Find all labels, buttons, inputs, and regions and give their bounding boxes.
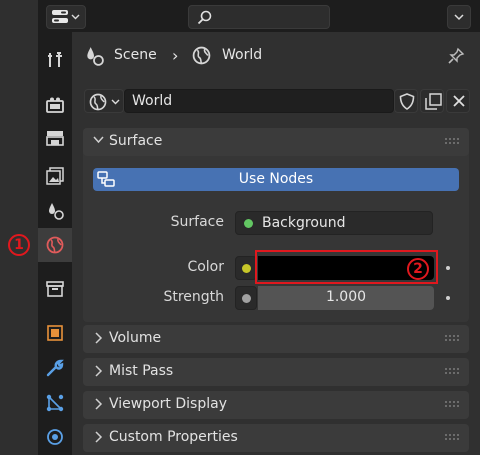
color-socket-button[interactable] <box>235 256 257 280</box>
world-name-text: World <box>132 93 173 109</box>
search-field[interactable] <box>188 5 330 29</box>
chevron-down-icon <box>111 99 120 105</box>
output-printer-icon <box>46 130 64 146</box>
chevron-right-icon <box>95 365 103 377</box>
drag-grip-icon[interactable] <box>445 368 459 374</box>
pin-icon[interactable] <box>447 47 465 65</box>
render-camera-icon <box>46 97 64 113</box>
view-layer-icon <box>46 167 64 185</box>
wrench-icon <box>46 359 64 377</box>
left-gutter: 1 <box>0 0 38 455</box>
chevron-down-icon <box>454 13 464 21</box>
mist-pass-panel-title: Mist Pass <box>109 363 174 379</box>
strength-label: Strength <box>163 289 224 305</box>
object-cube-icon <box>46 324 64 342</box>
world-globe-icon <box>192 46 211 65</box>
editor-type-button[interactable] <box>46 5 86 29</box>
custom-properties-panel-header[interactable]: Custom Properties <box>83 424 469 452</box>
physics-orbit-icon <box>46 428 64 446</box>
world-name-field[interactable]: World <box>124 89 394 113</box>
scene-tab[interactable] <box>38 194 72 228</box>
surface-panel-title: Surface <box>109 133 163 149</box>
properties-editor-icon <box>52 10 68 24</box>
viewport-display-panel-title: Viewport Display <box>109 396 227 412</box>
tool-tab[interactable] <box>38 43 72 77</box>
annotation-marker-1-label: 1 <box>14 237 24 253</box>
animate-property-dot[interactable] <box>446 296 450 300</box>
duplicate-icon <box>425 93 442 110</box>
surface-shader-value: Background <box>262 215 346 231</box>
breadcrumb-world[interactable]: World <box>222 47 262 63</box>
viewport-display-panel-header[interactable]: Viewport Display <box>83 391 469 419</box>
breadcrumb-separator: › <box>172 46 179 65</box>
collection-tab[interactable] <box>38 272 72 306</box>
color-label: Color <box>187 259 224 275</box>
properties-tab-bar <box>38 32 72 455</box>
surface-shader-field[interactable]: Background <box>235 211 433 235</box>
strength-field[interactable]: 1.000 <box>258 286 434 310</box>
breadcrumb-scene[interactable]: Scene <box>114 47 157 63</box>
value-socket-icon <box>242 294 251 303</box>
fake-user-shield-icon <box>399 93 415 110</box>
output-tab[interactable] <box>38 121 72 155</box>
chevron-right-icon <box>95 398 103 410</box>
world-tab[interactable] <box>38 228 72 262</box>
surface-label: Surface <box>170 214 224 230</box>
search-icon <box>197 10 212 25</box>
particles-tab[interactable] <box>38 386 72 420</box>
drag-grip-icon[interactable] <box>445 401 459 407</box>
object-tab[interactable] <box>38 316 72 350</box>
editor-header <box>38 0 480 32</box>
modifiers-tab[interactable] <box>38 351 72 385</box>
shader-socket-icon <box>244 219 253 228</box>
surface-panel-header[interactable]: Surface <box>83 128 469 156</box>
mist-pass-panel-header[interactable]: Mist Pass <box>83 358 469 386</box>
use-nodes-button[interactable]: Use Nodes <box>93 168 459 191</box>
drag-grip-icon[interactable] <box>445 434 459 440</box>
use-nodes-label: Use Nodes <box>238 171 314 187</box>
color-socket-icon <box>242 264 251 273</box>
world-globe-icon <box>46 236 64 254</box>
chevron-down-icon <box>93 136 104 144</box>
strength-value: 1.000 <box>325 289 367 305</box>
animate-property-dot[interactable] <box>446 266 450 270</box>
drag-grip-icon[interactable] <box>445 138 459 144</box>
chevron-right-icon <box>95 332 103 344</box>
drag-grip-icon[interactable] <box>445 335 459 341</box>
volume-panel-title: Volume <box>109 330 162 346</box>
duplicate-button[interactable] <box>420 89 444 113</box>
scene-icon <box>46 202 64 220</box>
world-globe-icon <box>89 93 107 111</box>
chevron-right-icon <box>95 431 103 443</box>
render-tab[interactable] <box>38 88 72 122</box>
annotation-marker-1: 1 <box>8 234 30 256</box>
annotation-marker-2-label: 2 <box>413 261 423 277</box>
view-layer-tab[interactable] <box>38 159 72 193</box>
chevron-down-icon <box>71 14 80 20</box>
close-icon <box>453 95 465 107</box>
volume-panel-header[interactable]: Volume <box>83 325 469 353</box>
annotation-marker-2: 2 <box>407 258 429 280</box>
scene-icon <box>84 46 104 66</box>
header-options-button[interactable] <box>447 5 471 29</box>
unlink-button[interactable] <box>446 89 470 113</box>
custom-properties-panel-title: Custom Properties <box>109 429 238 445</box>
breadcrumb: Scene › World <box>84 45 384 67</box>
physics-tab[interactable] <box>38 420 72 454</box>
collection-box-icon <box>46 281 64 297</box>
tool-icon <box>46 51 64 69</box>
fake-user-button[interactable] <box>394 89 418 113</box>
strength-socket-button[interactable] <box>235 286 257 310</box>
particles-icon <box>46 394 64 412</box>
world-browse-button[interactable] <box>84 89 124 113</box>
